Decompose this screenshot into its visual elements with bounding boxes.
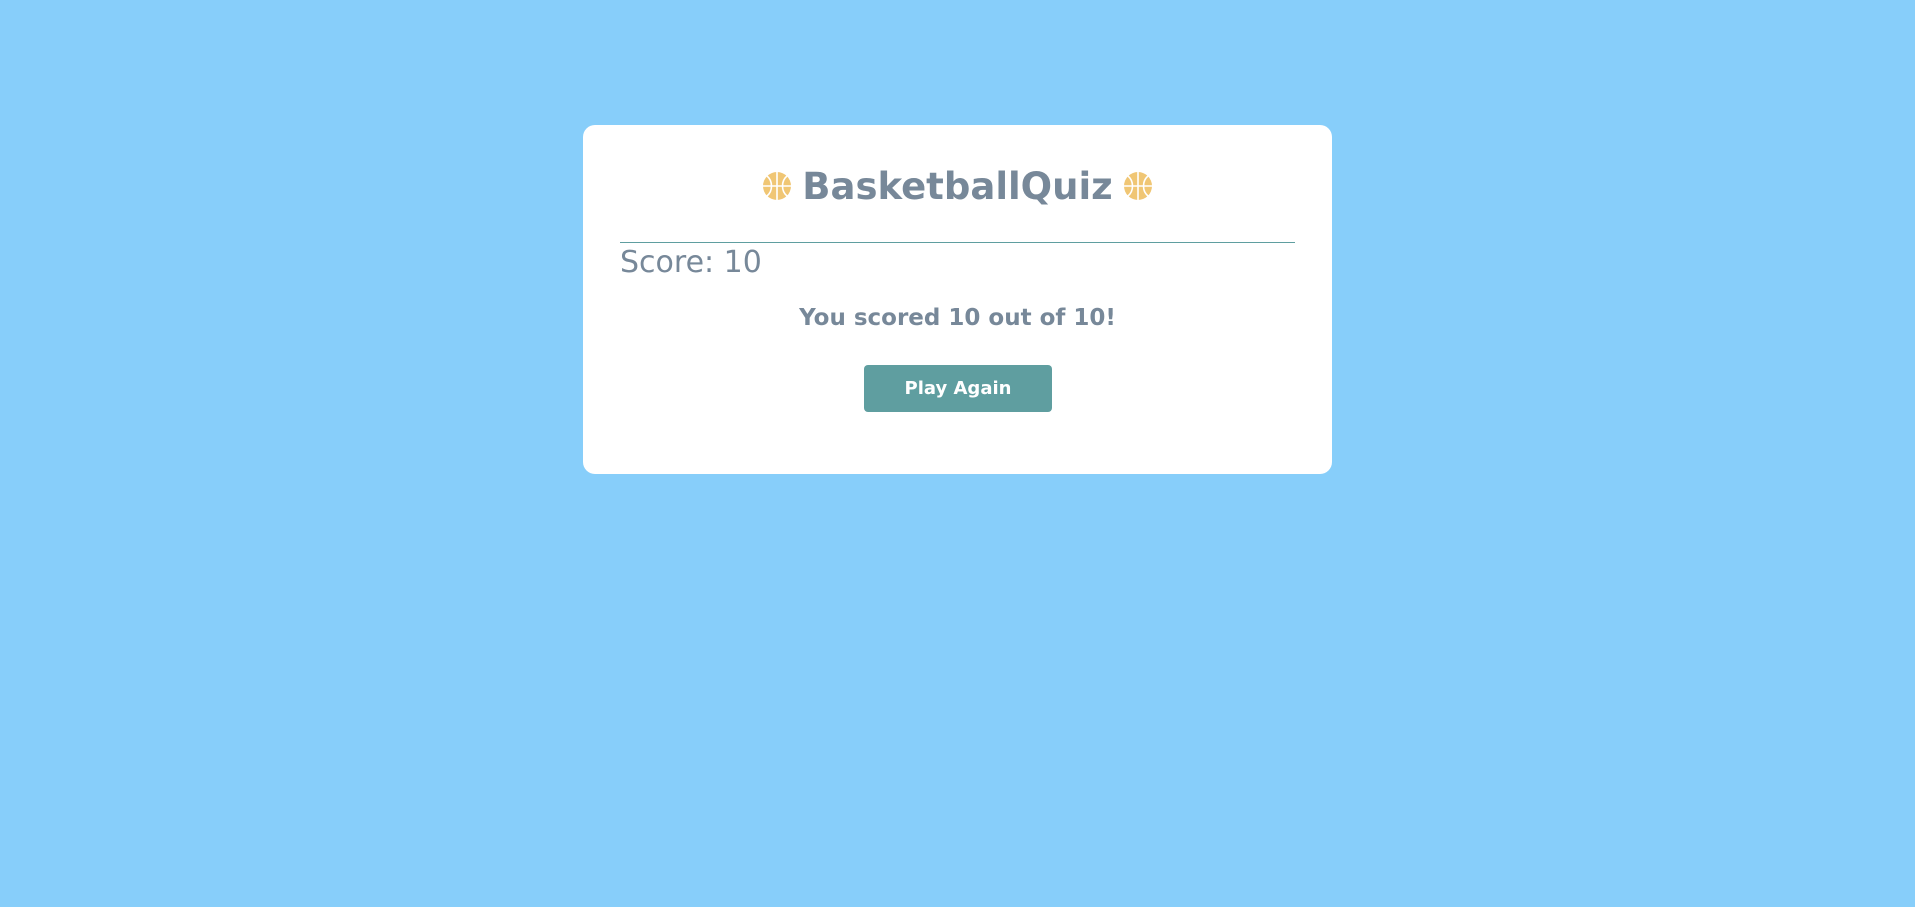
page-title: BasketballQuiz (802, 164, 1113, 208)
score-display: Score: 10 (620, 245, 762, 280)
title-row: BasketballQuiz (583, 161, 1332, 211)
result-message: You scored 10 out of 10! (799, 305, 1116, 331)
play-again-button[interactable]: Play Again (864, 365, 1052, 412)
basketball-icon (762, 171, 792, 201)
basketball-icon (1123, 171, 1153, 201)
quiz-card: BasketballQuiz Score: 10 You scored 10 o… (583, 125, 1332, 474)
